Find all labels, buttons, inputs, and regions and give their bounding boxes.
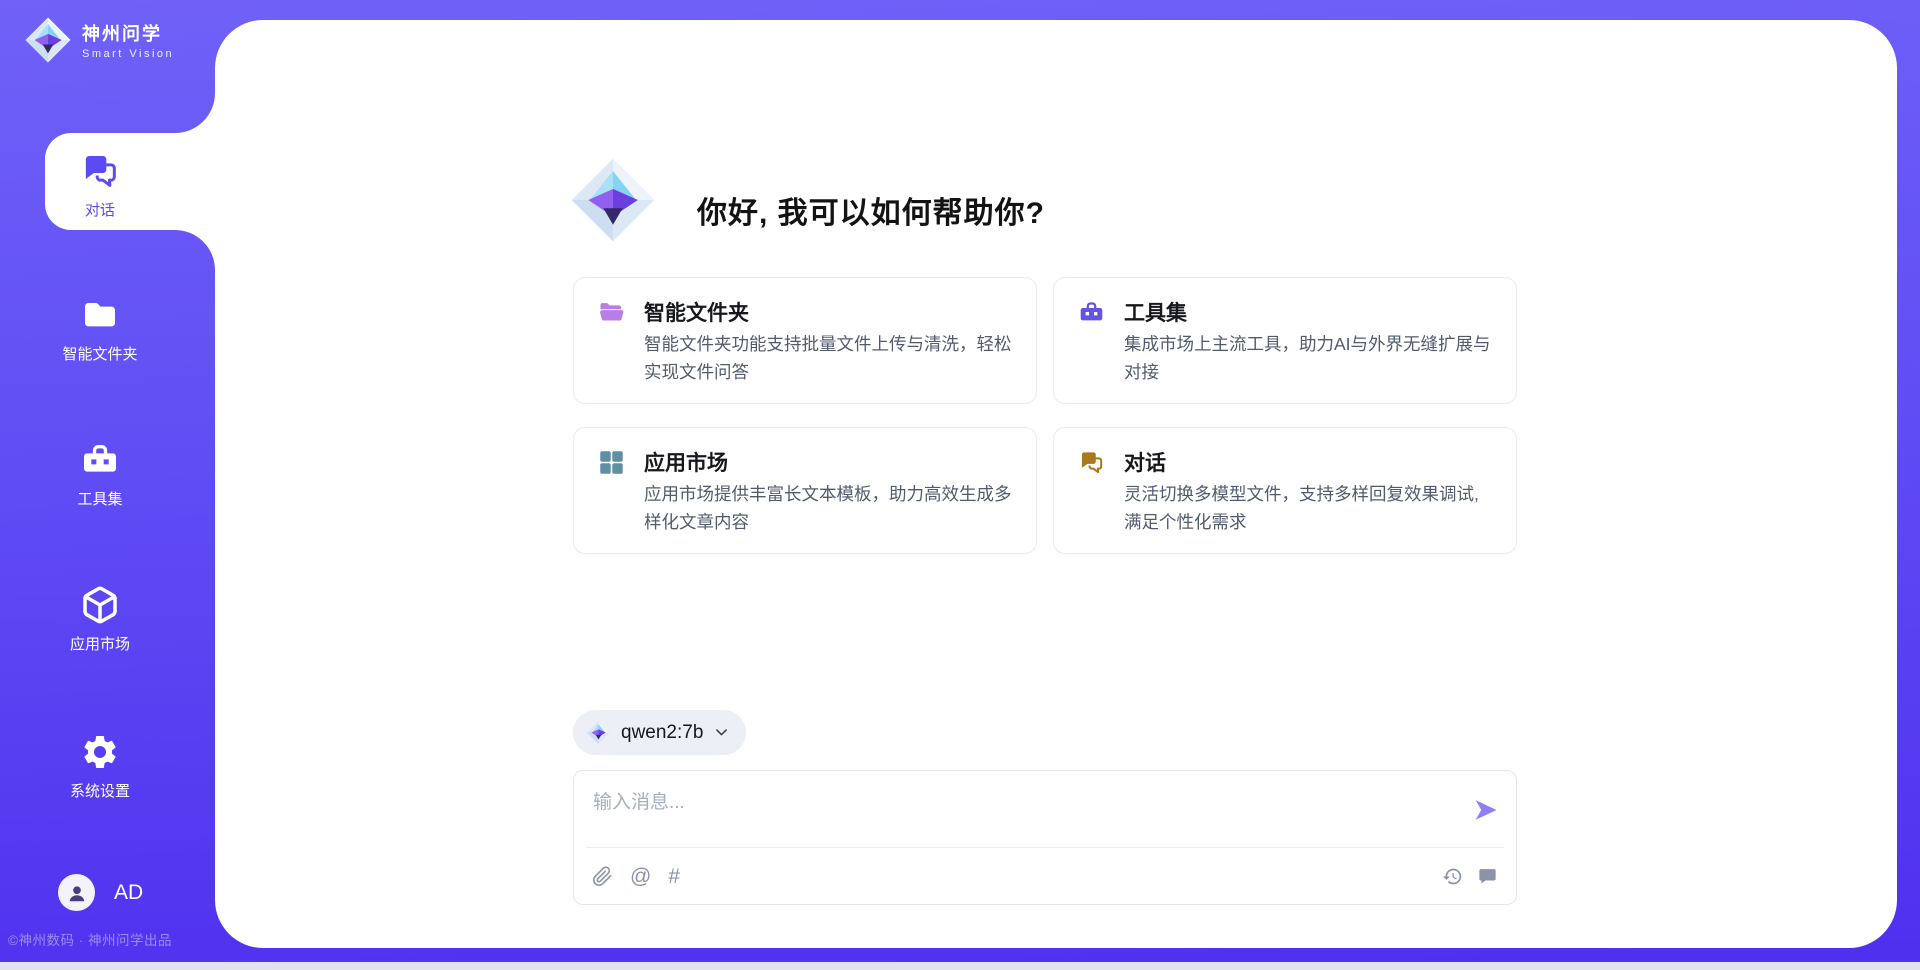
model-name: qwen2:7b (621, 722, 703, 744)
bottom-edge-strip (0, 962, 1920, 970)
sidebar-item-label: 应用市场 (70, 633, 130, 654)
user-icon (66, 882, 88, 904)
chat-bubble-icon[interactable] (1477, 866, 1498, 887)
history-icon[interactable] (1442, 866, 1463, 887)
brand: 神州问学 Smart Vision (24, 16, 174, 64)
sidebar-footer: ©神州数码 · 神州问学出品 (8, 929, 172, 949)
card-description: 智能文件夹功能支持批量文件上传与清洗，轻松实现文件问答 (644, 330, 1020, 386)
grid-icon (598, 449, 625, 476)
toolbox-icon (80, 440, 120, 480)
card-title: 应用市场 (644, 447, 728, 477)
sidebar-item-label: 工具集 (77, 488, 122, 509)
card-toolset[interactable]: 工具集 集成市场上主流工具，助力AI与外界无缝扩展与对接 (1053, 277, 1517, 404)
card-description: 集成市场上主流工具，助力AI与外界无缝扩展与对接 (1124, 330, 1500, 386)
sidebar-item-label: 系统设置 (70, 780, 130, 801)
send-icon[interactable] (1472, 796, 1500, 824)
chevron-down-icon (713, 724, 730, 741)
at-icon[interactable]: @ (630, 866, 651, 887)
card-title: 工具集 (1124, 297, 1187, 327)
cube-icon (80, 585, 120, 625)
message-input[interactable] (593, 784, 1443, 822)
user-avatar[interactable] (58, 874, 95, 911)
hash-icon[interactable]: # (668, 866, 680, 887)
gear-icon (80, 732, 120, 772)
sidebar-item-label: 智能文件夹 (62, 343, 137, 364)
brand-subtitle: Smart Vision (82, 48, 174, 60)
sidebar-item-toolset[interactable]: 工具集 (39, 440, 161, 509)
sidebar-item-app-market[interactable]: 应用市场 (39, 585, 161, 654)
chat-icon (1078, 449, 1105, 476)
card-description: 灵活切换多模型文件，支持多样回复效果调试, 满足个性化需求 (1124, 480, 1500, 536)
sidebar-item-smart-folder[interactable]: 智能文件夹 (39, 295, 161, 364)
card-app-market[interactable]: 应用市场 应用市场提供丰富长文本模板，助力高效生成多样化文章内容 (573, 427, 1037, 554)
chat-icon (80, 151, 120, 191)
open-folder-icon (598, 299, 625, 326)
card-chat[interactable]: 对话 灵活切换多模型文件，支持多样回复效果调试, 满足个性化需求 (1053, 427, 1517, 554)
greeting-diamond-logo-icon (569, 156, 657, 244)
brand-logo-diamond-icon (24, 16, 72, 64)
composer-divider (586, 847, 1504, 848)
model-selector[interactable]: qwen2:7b (573, 710, 746, 755)
sidebar-item-label: 对话 (85, 199, 115, 220)
toolbox-icon (1078, 299, 1105, 326)
user-name: AD (114, 881, 143, 905)
greeting-text: 你好, 我可以如何帮助你? (697, 188, 1045, 232)
card-title: 对话 (1124, 447, 1166, 477)
diamond-logo-icon (586, 720, 611, 745)
brand-name: 神州问学 (82, 20, 174, 46)
sidebar-item-chat[interactable]: 对话 (39, 151, 161, 220)
folder-icon (80, 295, 120, 335)
message-composer: @ # (573, 770, 1517, 905)
sidebar-item-settings[interactable]: 系统设置 (39, 732, 161, 801)
paperclip-icon[interactable] (592, 866, 613, 887)
card-title: 智能文件夹 (644, 297, 749, 327)
card-description: 应用市场提供丰富长文本模板，助力高效生成多样化文章内容 (644, 480, 1020, 536)
card-smart-folder[interactable]: 智能文件夹 智能文件夹功能支持批量文件上传与清洗，轻松实现文件问答 (573, 277, 1037, 404)
